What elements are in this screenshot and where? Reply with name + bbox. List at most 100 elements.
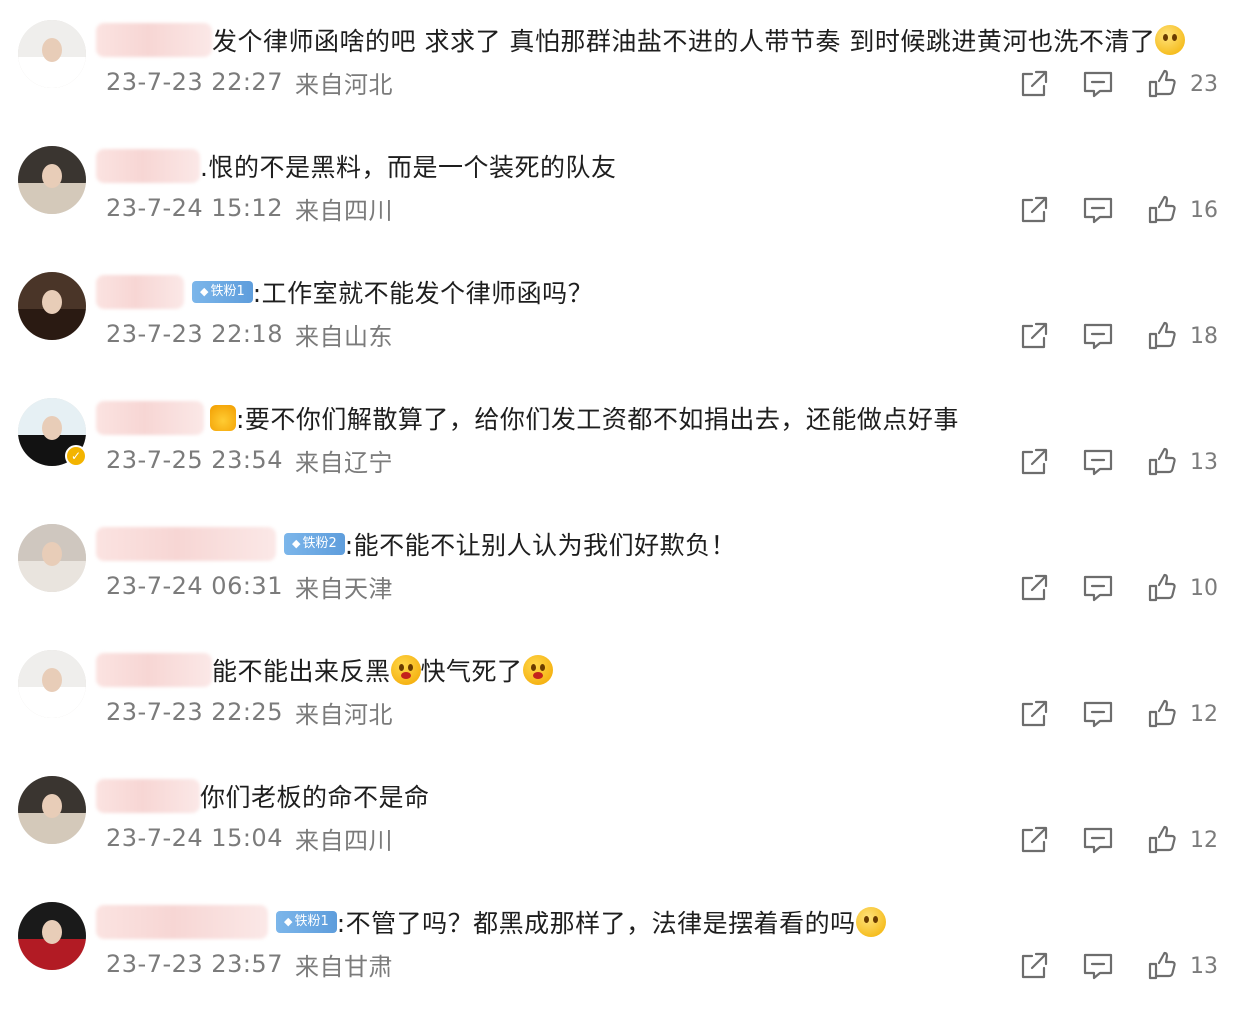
comment-date: 23-7-23 23:57 [106,950,283,978]
badge-label: 铁粉1 [210,284,245,299]
reply-button[interactable] [1082,696,1114,732]
like-button[interactable]: 12 [1146,696,1218,732]
comment-body: 能不能出来反黑 快气死了 [96,648,1222,692]
like-button[interactable]: 23 [1146,66,1218,102]
share-icon [1018,68,1050,100]
comment-icon [1082,194,1114,226]
comment-date: 23-7-23 22:25 [106,698,283,726]
share-button[interactable] [1018,948,1050,984]
comment-icon [1082,320,1114,352]
username-blurred[interactable] [96,653,212,687]
reply-button[interactable] [1082,192,1114,228]
like-count: 18 [1190,323,1218,349]
share-icon [1018,824,1050,856]
share-button[interactable] [1018,66,1050,102]
comment-item: .恨的不是黑料，而是一个装死的队友 23-7-24 15:12 来自四川 16 [0,126,1252,252]
like-count: 12 [1190,827,1218,853]
like-button[interactable]: 12 [1146,822,1218,858]
comment-location: 来自河北 [294,70,393,99]
comment-item: ◆ 铁粉2:能不能不让别人认为我们好欺负！ 23-7-24 06:31 来自天津 10 [0,504,1252,630]
avatar[interactable] [18,20,86,88]
like-count: 16 [1190,197,1218,223]
share-icon [1018,698,1050,730]
share-button[interactable] [1018,696,1050,732]
like-count: 13 [1190,953,1218,979]
username-blurred[interactable] [96,401,204,435]
share-icon [1018,194,1050,226]
share-button[interactable] [1018,822,1050,858]
avatar[interactable] [18,272,86,340]
username-blurred[interactable] [96,527,276,561]
comment-body: ◆ 铁粉1:不管了吗？都黑成那样了，法律是摆着看的吗 [96,900,1222,944]
share-icon [1018,320,1050,352]
comment-date: 23-7-24 06:31 [106,572,283,600]
comment-date: 23-7-23 22:27 [106,68,283,96]
share-button[interactable] [1018,318,1050,354]
comment-location: 来自山东 [294,322,393,351]
comment-body: 你们老板的命不是命 [96,774,1222,818]
comment-text-continued: 快气死了 [420,657,523,686]
comment-body: .恨的不是黑料，而是一个装死的队友 [96,144,1222,188]
avatar[interactable] [18,650,86,718]
like-count: 12 [1190,701,1218,727]
username-blurred[interactable] [96,275,184,309]
surprised-face-emoji [522,655,553,685]
comment-body: :要不你们解散算了，给你们发工资都不如捐出去，还能做点好事 [96,396,1222,440]
share-button[interactable] [1018,570,1050,606]
username-blurred[interactable] [96,23,212,57]
avatar[interactable] [18,146,86,214]
avatar[interactable] [18,524,86,592]
comment-location: 来自天津 [294,574,393,603]
reply-button[interactable] [1082,570,1114,606]
thumbs-up-icon [1146,698,1178,730]
comment-location: 来自河北 [294,700,393,729]
comment-text: :要不你们解散算了，给你们发工资都不如捐出去，还能做点好事 [236,405,959,434]
comment-text: 发个律师函啥的吧 求求了 真怕那群油盐不进的人带节奏 到时候跳进黄河也洗不清了 [212,27,1156,56]
like-button[interactable]: 13 [1146,948,1218,984]
comment-location: 来自四川 [294,826,393,855]
reply-button[interactable] [1082,822,1114,858]
comment-item: ◆ 铁粉1:不管了吗？都黑成那样了，法律是摆着看的吗 23-7-23 23:57 来自… [0,882,1252,1008]
diamond-icon: ◆ [200,285,209,298]
like-button[interactable]: 10 [1146,570,1218,606]
comment-body: ◆ 铁粉2:能不能不让别人认为我们好欺负！ [96,522,1222,566]
thumbs-up-icon [1146,194,1178,226]
reply-button[interactable] [1082,66,1114,102]
comment-item: ✓ :要不你们解散算了，给你们发工资都不如捐出去，还能做点好事 23-7-25 23… [0,378,1252,504]
like-count: 10 [1190,575,1218,601]
comment-meta: 23-7-24 06:31 来自天津 [106,566,393,606]
avatar[interactable] [18,776,86,844]
comment-item: 能不能出来反黑 快气死了 23-7-23 22:25 来自河北 12 [0,630,1252,756]
comment-text: :不管了吗？都黑成那样了，法律是摆着看的吗 [336,909,856,938]
reply-button[interactable] [1082,948,1114,984]
share-button[interactable] [1018,444,1050,480]
share-icon [1018,446,1050,478]
like-button[interactable]: 18 [1146,318,1218,354]
badge-label: 铁粉1 [294,914,329,929]
comment-meta: 23-7-25 23:54 来自辽宁 [106,440,393,480]
comment-location: 来自甘肃 [294,952,393,981]
username-blurred[interactable] [96,779,200,813]
fan-level-badge: ◆ 铁粉1 [192,281,253,303]
share-icon [1018,950,1050,982]
crying-face-emoji [1155,25,1186,55]
diamond-icon: ◆ [292,537,301,550]
comment-body: 发个律师函啥的吧 求求了 真怕那群油盐不进的人带节奏 到时候跳进黄河也洗不清了 [96,18,1222,62]
fan-level-badge: ◆ 铁粉1 [276,911,337,933]
reply-button[interactable] [1082,444,1114,480]
like-button[interactable]: 16 [1146,192,1218,228]
thumbs-up-icon [1146,320,1178,352]
comment-date: 23-7-24 15:12 [106,194,283,222]
username-blurred[interactable] [96,149,200,183]
reply-button[interactable] [1082,318,1114,354]
comment-icon [1082,572,1114,604]
avatar[interactable] [18,902,86,970]
comment-icon [1082,950,1114,982]
comment-meta: 23-7-24 15:12 来自四川 [106,188,393,228]
like-button[interactable]: 13 [1146,444,1218,480]
comment-text: 能不能出来反黑 [212,657,391,686]
username-blurred[interactable] [96,905,268,939]
verified-badge-icon: ✓ [65,445,87,467]
share-button[interactable] [1018,192,1050,228]
diamond-icon: ◆ [284,915,293,928]
